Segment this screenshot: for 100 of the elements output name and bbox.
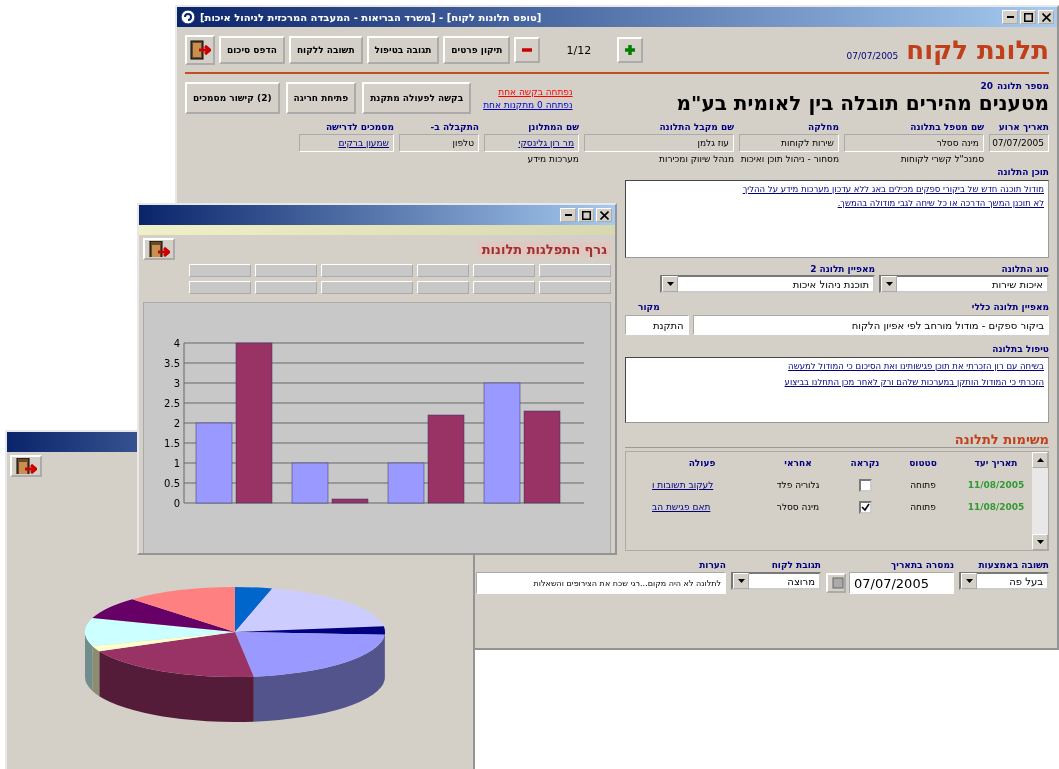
- chart-heading: גרף התפלגות תלונות: [477, 241, 611, 257]
- toolbar-button[interactable]: תיקון פרטים: [443, 36, 511, 64]
- plus-icon: [624, 44, 637, 56]
- column-header: פעולה: [688, 458, 716, 468]
- toolbar-button[interactable]: תגובה בטיפול: [366, 36, 440, 64]
- field-note: מנהל שיווק ומכירות: [658, 154, 734, 164]
- input-field[interactable]: ביקור ספקים - מודול מורחב לפי אפיון הלקוח: [692, 315, 1049, 335]
- table-cell: 11/08/2005: [967, 502, 1025, 512]
- table-cell: 11/08/2005: [967, 480, 1025, 490]
- complaint-text-field[interactable]: מודול תוכנה חדש של ביקורי ספקים מכילים באג ללא עדכון מערכות מידע על ההליך לא תוכנן המשך הדרכה או כל שיחה לגבי מודולה בהמשך.: [625, 180, 1049, 258]
- toolbar-button[interactable]: הדפס סיכום: [219, 36, 285, 64]
- toolbar-button[interactable]: [417, 264, 469, 277]
- field-label: מקור: [638, 302, 660, 312]
- maximize-button[interactable]: [1020, 10, 1036, 24]
- door-arrow-icon: [148, 241, 170, 257]
- date-field[interactable]: 07/07/2005: [849, 572, 954, 594]
- scroll-up-button[interactable]: [1032, 452, 1048, 468]
- toolbar-button[interactable]: [539, 264, 611, 277]
- action-button[interactable]: פתיחת חריגה: [285, 82, 357, 114]
- axis-label: 4: [173, 338, 180, 349]
- input-field[interactable]: שירות לקוחות: [739, 134, 839, 152]
- maximize-button[interactable]: [578, 208, 594, 222]
- toolbar-button[interactable]: [255, 264, 317, 277]
- maximize-icon: [581, 210, 591, 220]
- field-label: תשובה באמצעות: [977, 560, 1049, 570]
- toolbar-button[interactable]: [539, 281, 611, 294]
- input-field[interactable]: 07/07/2005: [989, 134, 1049, 152]
- handling-text-field[interactable]: בשיחה עם רון הזכרתי את תוכן פגישותינו ואת הסיכום כי המודול למעשה הזכרתי כי המודול הותקן במערכות שלהם ורק לאחר מכן התחלנו בביצוע: [625, 357, 1049, 423]
- customer-name: מטענים מהירים תובלה בין לאומית בע"מ: [676, 91, 1049, 115]
- axis-label: 1.5: [164, 438, 180, 449]
- input-field[interactable]: התקנת: [625, 315, 689, 335]
- up-arrow-icon: [1036, 458, 1044, 462]
- dropdown-field[interactable]: איכות שירות: [879, 275, 1049, 293]
- dropdown-field[interactable]: תוכנת ניהול איכות: [660, 275, 875, 293]
- minimize-button[interactable]: [560, 208, 576, 222]
- scroll-down-button[interactable]: [1032, 534, 1048, 550]
- calendar-button[interactable]: [826, 573, 846, 593]
- complaint-number-label: מספר תלונה: [996, 81, 1049, 91]
- dropdown-field[interactable]: מרוצה: [731, 572, 821, 590]
- field-label: שם מטפל בתלונה: [909, 122, 984, 132]
- minus-button[interactable]: [514, 37, 541, 63]
- exit-button[interactable]: [185, 35, 215, 65]
- field-note: מסחור - ניהול תוכן ואיכות: [739, 154, 839, 164]
- column-header: תאריך יעד: [974, 458, 1018, 468]
- minimize-button[interactable]: [1002, 10, 1018, 24]
- dropdown-arrow-icon: [666, 282, 674, 286]
- field-note: סמנכ"ל קשרי לקוחות: [899, 154, 984, 164]
- table-link[interactable]: לעקוב תשובות ו: [652, 480, 714, 490]
- input-field[interactable]: מינה ססלר: [844, 134, 984, 152]
- field-label: התקבלה ב-: [429, 122, 479, 132]
- toolbar-button[interactable]: [321, 281, 413, 294]
- input-field[interactable]: לתלונה לא היה מקום...רגי שכח את הצירופים והשאלות: [476, 572, 726, 594]
- scrollbar[interactable]: [1032, 452, 1048, 550]
- field-label: נמסרה בתאריך: [890, 560, 954, 570]
- exit-button[interactable]: [10, 455, 42, 477]
- down-arrow-icon: [1036, 540, 1044, 544]
- section-label: טיפול בתלונה: [991, 344, 1049, 354]
- dropdown-field[interactable]: בעל פה: [959, 572, 1049, 590]
- exit-button[interactable]: [143, 238, 175, 260]
- text-line: הזכרתי כי המודול הותקן במערכות שלהם ורק לאחר מכן התחלנו בביצוע: [783, 377, 1044, 387]
- app-icon: [180, 9, 196, 25]
- table-cell: פתוחה: [910, 502, 936, 512]
- plus-button[interactable]: [617, 37, 644, 63]
- toolbar-button[interactable]: [473, 281, 535, 294]
- field-label: מחלקה: [807, 122, 839, 132]
- maximize-icon: [1023, 12, 1033, 22]
- field-label: תגובת לקוח: [770, 560, 821, 570]
- link-field[interactable]: מר רון גלינסקי: [484, 134, 579, 152]
- field-label: מאפיין תלונה 2: [809, 264, 875, 274]
- toolbar-button[interactable]: [255, 281, 317, 294]
- action-button[interactable]: בקשה לפעולה מתקנת: [362, 82, 472, 114]
- table-link[interactable]: תאם פגישת הב: [652, 502, 711, 512]
- input-field[interactable]: עוז גלמן: [584, 134, 734, 152]
- form-date: 07/07/2005: [846, 51, 899, 61]
- field-label: תאריך ארוע: [997, 122, 1049, 132]
- toolbar-button[interactable]: [321, 264, 413, 277]
- checkbox[interactable]: [858, 478, 872, 492]
- table-cell: מינה ססלר: [776, 502, 820, 512]
- toolbar-button[interactable]: [189, 281, 251, 294]
- link-field[interactable]: שמעון ברקים: [299, 134, 394, 152]
- toolbar-button[interactable]: [417, 281, 469, 294]
- check-icon: [860, 502, 870, 512]
- door-arrow-icon: [189, 39, 211, 61]
- table-cell: גלוריה פלד: [776, 480, 820, 490]
- status-link[interactable]: נפתחה 0 מתקנות אחת: [483, 99, 573, 110]
- close-button[interactable]: [1038, 10, 1054, 24]
- close-button[interactable]: [596, 208, 612, 222]
- checkbox[interactable]: [858, 500, 872, 514]
- table-cell: פתוחה: [910, 480, 936, 490]
- door-arrow-icon: [15, 458, 37, 474]
- input-field[interactable]: טלפון: [399, 134, 479, 152]
- toolbar-button[interactable]: תשובה ללקוח: [288, 36, 363, 64]
- dropdown-arrow-icon: [965, 579, 973, 583]
- toolbar-button[interactable]: [189, 264, 251, 277]
- field-note: מערכות מידע: [526, 154, 579, 164]
- action-button[interactable]: (2) קישור מסמכים: [185, 82, 280, 114]
- text-line: לא תוכנן המשך הדרכה או כל שיחה לגבי מודולה בהמשך.: [836, 198, 1044, 208]
- toolbar-button[interactable]: [473, 264, 535, 277]
- close-icon: [599, 210, 609, 220]
- calendar-icon: [832, 577, 844, 589]
